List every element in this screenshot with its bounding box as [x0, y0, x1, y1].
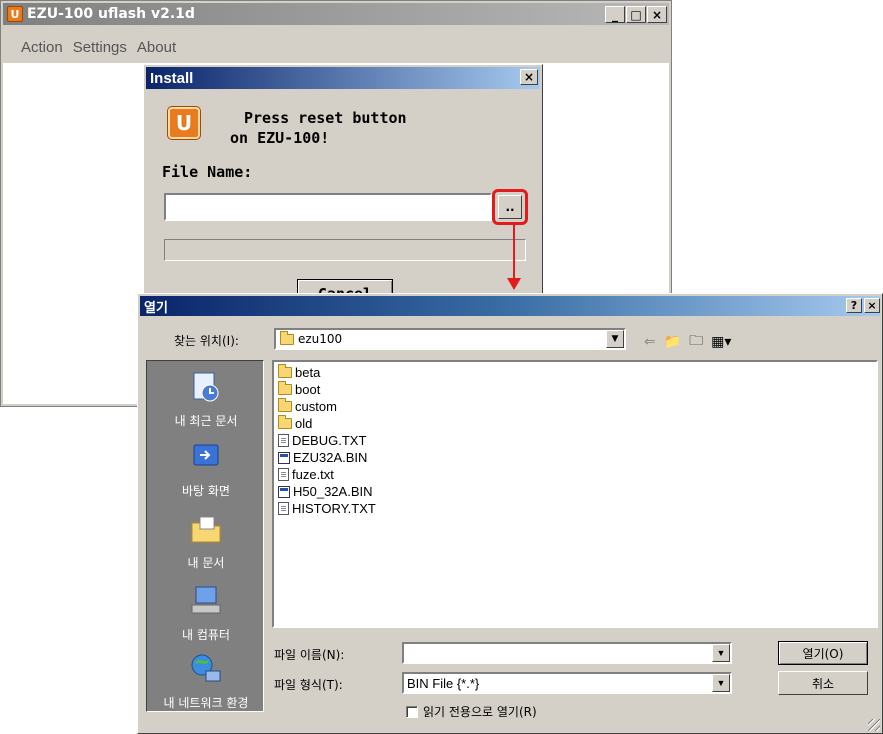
text-file-icon: [278, 502, 289, 515]
toolbar: ⇐ 📁 🗀 ▦▾: [644, 330, 731, 354]
open-button[interactable]: 열기(O): [778, 641, 868, 665]
close-button[interactable]: ×: [647, 6, 667, 23]
menu-settings[interactable]: Settings: [73, 27, 127, 63]
text-file-icon: [278, 434, 289, 447]
folder-icon: [280, 330, 294, 345]
my-documents-icon: [191, 516, 221, 543]
readonly-label: 읽기 전용으로 열기(R): [423, 705, 537, 719]
chevron-down-icon[interactable]: ▼: [712, 644, 730, 662]
file-type-value: BIN File {*.*}: [407, 675, 480, 691]
file-name-label: File Name:: [162, 163, 253, 181]
install-titlebar[interactable]: Install: [146, 67, 540, 89]
new-folder-icon[interactable]: 🗀: [689, 330, 703, 354]
look-in-label: 찾는 위치(I):: [174, 334, 239, 348]
folder-icon: [278, 398, 292, 412]
file-name: beta: [295, 365, 321, 380]
install-message-line2: on EZU-100!: [230, 129, 330, 147]
readonly-checkbox[interactable]: 읽기 전용으로 열기(R): [406, 703, 537, 720]
main-titlebar[interactable]: U EZU-100 uflash v2.1d _ □ ×: [3, 3, 669, 25]
cancel-button[interactable]: 취소: [778, 671, 868, 695]
folder-icon: [278, 415, 292, 429]
place-recent[interactable]: 내 최근 문서: [147, 369, 265, 429]
bin-file-icon: [278, 451, 290, 464]
install-dialog: Install × U Press reset button on EZU-10…: [143, 64, 543, 305]
menu-action[interactable]: Action: [21, 27, 63, 63]
file-name-label: 파일 이름(N):: [274, 648, 345, 662]
file-type-label: 파일 형식(T):: [274, 678, 343, 692]
file-name: EZU32A.BIN: [293, 450, 368, 465]
folder-icon: [278, 381, 292, 395]
place-label: 바탕 화면: [182, 484, 230, 498]
install-close-button[interactable]: ×: [520, 69, 538, 85]
file-name-combo[interactable]: ▼: [402, 642, 732, 664]
minimize-button[interactable]: _: [605, 6, 625, 23]
main-title: EZU-100 uflash v2.1d: [27, 6, 195, 22]
file-name: old: [295, 416, 313, 431]
open-title: 열기: [144, 300, 168, 316]
place-label: 내 최근 문서: [174, 414, 238, 428]
place-label: 내 문서: [187, 556, 225, 570]
file-name: DEBUG.TXT: [292, 433, 367, 448]
file-list-item[interactable]: fuze.txt: [278, 466, 872, 483]
text-file-icon: [278, 468, 289, 481]
file-list[interactable]: beta boot custom old DEBUG.TXT EZU32A.BIN fuze…: [272, 360, 878, 628]
place-my-computer[interactable]: 내 컴퓨터: [147, 583, 265, 643]
file-name: HISTORY.TXT: [292, 501, 376, 516]
file-name-input[interactable]: [164, 193, 492, 221]
file-list-item[interactable]: old: [278, 415, 872, 432]
up-folder-icon[interactable]: 📁: [664, 334, 681, 350]
browse-highlight-box: [492, 189, 528, 225]
open-close-button[interactable]: ×: [864, 298, 880, 313]
chevron-down-icon[interactable]: ▼: [712, 674, 730, 692]
place-label: 내 네트워크 환경: [163, 696, 249, 710]
bin-file-icon: [278, 485, 290, 498]
back-arrow-icon[interactable]: ⇐: [644, 334, 656, 350]
recent-documents-icon: [193, 372, 219, 402]
folder-icon: [278, 364, 292, 378]
look-in-combo[interactable]: ezu100 ▼: [274, 328, 626, 350]
help-button[interactable]: ?: [846, 298, 862, 313]
desktop-icon: [193, 444, 219, 466]
menubar: Action Settings About: [3, 27, 669, 63]
checkbox-box[interactable]: [406, 705, 418, 718]
install-progress-bar: [164, 239, 526, 261]
file-list-item[interactable]: custom: [278, 398, 872, 415]
ezu-app-icon: U: [168, 107, 200, 139]
app-icon: U: [7, 6, 23, 22]
view-menu-icon[interactable]: ▦▾: [711, 334, 731, 350]
file-list-item[interactable]: DEBUG.TXT: [278, 432, 872, 449]
open-dialog: 열기 ? × 찾는 위치(I): ezu100 ▼ ⇐ 📁 🗀 ▦▾ 내 최근 …: [137, 293, 883, 734]
install-message-line1: Press reset button: [244, 109, 407, 127]
file-list-item[interactable]: H50_32A.BIN: [278, 483, 872, 500]
file-name: H50_32A.BIN: [293, 484, 373, 499]
place-my-documents[interactable]: 내 문서: [147, 511, 265, 571]
place-network[interactable]: 내 네트워크 환경: [147, 651, 265, 711]
menu-about[interactable]: About: [137, 27, 176, 63]
resize-grip[interactable]: [868, 719, 880, 731]
network-icon: [191, 654, 221, 682]
file-list-item[interactable]: HISTORY.TXT: [278, 500, 872, 517]
file-name: boot: [295, 382, 321, 397]
maximize-button[interactable]: □: [626, 6, 646, 23]
chevron-down-icon[interactable]: ▼: [606, 330, 624, 348]
place-desktop[interactable]: 바탕 화면: [147, 439, 265, 499]
install-title: Install: [150, 69, 194, 87]
look-in-value: ezu100: [298, 332, 343, 346]
file-list-item[interactable]: beta: [278, 364, 872, 381]
place-label: 내 컴퓨터: [182, 628, 230, 642]
places-bar: 내 최근 문서 바탕 화면 내 문서 내 컴퓨터 내 네트워크 환경: [146, 360, 264, 712]
file-type-combo[interactable]: BIN File {*.*} ▼: [402, 672, 732, 694]
file-name: fuze.txt: [292, 467, 334, 482]
file-list-item[interactable]: EZU32A.BIN: [278, 449, 872, 466]
annotation-arrow-head: [507, 278, 521, 290]
my-computer-icon: [191, 586, 221, 614]
annotation-arrow: [513, 224, 515, 280]
open-titlebar[interactable]: 열기: [140, 296, 880, 316]
file-name: custom: [295, 399, 337, 414]
file-list-item[interactable]: boot: [278, 381, 872, 398]
